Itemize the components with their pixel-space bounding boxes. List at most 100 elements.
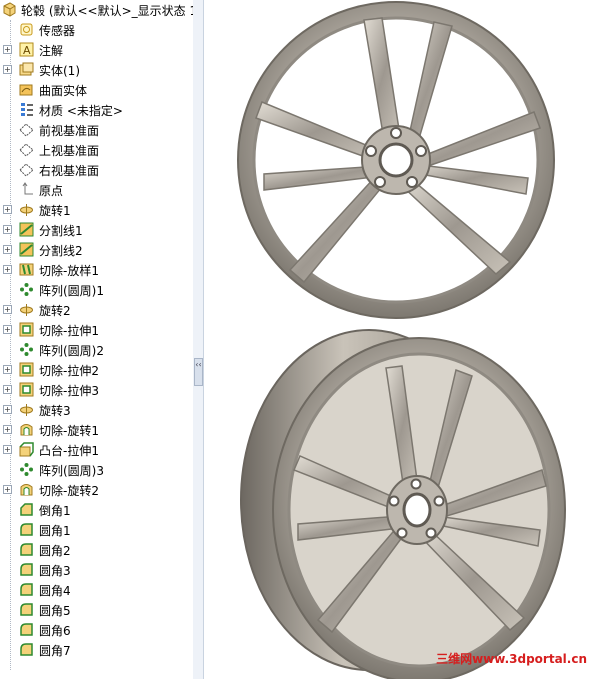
tree-item-label: 旋转2 [39, 304, 71, 318]
tree-item-label: 切除-旋转2 [39, 484, 99, 498]
fillet-icon [19, 642, 34, 657]
tree-item-label: 圆角7 [39, 644, 71, 658]
tree-item[interactable]: 圆角1 [0, 520, 193, 540]
tree-item-label: 切除-旋转1 [39, 424, 99, 438]
tree-item-label: 切除-拉伸2 [39, 364, 99, 378]
fillet-icon [19, 522, 34, 537]
expand-icon[interactable]: + [3, 365, 12, 374]
tree-item[interactable]: 阵列(圆周)3 [0, 460, 193, 480]
tree-item[interactable]: + 切除-旋转1 [0, 420, 193, 440]
material-icon [19, 102, 34, 117]
tree-item-label: 旋转3 [39, 404, 71, 418]
expand-icon[interactable]: + [3, 265, 12, 274]
feature-manager-tree[interactable]: 轮毂 (默认<<默认>_显示状态 1 传感器 + A 注解 + 实体(1) 曲面实体 材质 <… [0, 0, 194, 679]
tree-item[interactable]: 右视基准面 [0, 160, 193, 180]
tree-item[interactable]: 材质 <未指定> [0, 100, 193, 120]
tree-item-label: 原点 [39, 184, 64, 198]
tree-item[interactable]: + 旋转3 [0, 400, 193, 420]
expand-icon[interactable]: + [3, 425, 12, 434]
cut-revolve-icon [19, 482, 34, 497]
tree-item-label: 阵列(圆周)3 [39, 464, 104, 478]
watermark-text: 三维网www.3dportal.cn [436, 652, 587, 666]
panel-splitter[interactable]: ‹‹ [193, 0, 204, 679]
collapse-panel-icon[interactable]: ‹‹ [194, 358, 203, 386]
split-line-icon [19, 222, 34, 237]
origin-icon [19, 182, 34, 197]
tree-item[interactable]: 上视基准面 [0, 140, 193, 160]
tree-item[interactable]: 倒角1 [0, 500, 193, 520]
tree-item[interactable]: + 旋转1 [0, 200, 193, 220]
fillet-icon [19, 582, 34, 597]
tree-item[interactable]: 阵列(圆周)2 [0, 340, 193, 360]
wheel-front-view [237, 1, 555, 319]
tree-item[interactable]: 传感器 [0, 20, 193, 40]
tree-item[interactable]: + 旋转2 [0, 300, 193, 320]
expand-icon[interactable]: + [3, 245, 12, 254]
annotation-icon: A [19, 42, 34, 57]
tree-item-label: 切除-放样1 [39, 264, 99, 278]
tree-item[interactable]: + 切除-拉伸1 [0, 320, 193, 340]
expand-icon[interactable]: + [3, 65, 12, 74]
tree-item-label: 材质 <未指定> [39, 104, 123, 118]
tree-item-label: 传感器 [39, 24, 76, 38]
tree-item[interactable]: + 切除-拉伸2 [0, 360, 193, 380]
tree-item[interactable]: + 实体(1) [0, 60, 193, 80]
boss-extrude-icon [19, 442, 34, 457]
expand-icon[interactable]: + [3, 205, 12, 214]
tree-item[interactable]: + A 注解 [0, 40, 193, 60]
fillet-icon [19, 602, 34, 617]
tree-item[interactable]: 圆角3 [0, 560, 193, 580]
graphics-viewport[interactable]: 三维网www.3dportal.cn [204, 0, 601, 683]
tree-item-label: 实体(1) [39, 64, 80, 78]
expand-icon[interactable]: + [3, 325, 12, 334]
surface-bodies-icon [19, 82, 34, 97]
tree-item[interactable]: 圆角2 [0, 540, 193, 560]
tree-item[interactable]: + 分割线1 [0, 220, 193, 240]
expand-icon[interactable]: + [3, 485, 12, 494]
tree-item-label: 圆角2 [39, 544, 71, 558]
tree-item-label: 前视基准面 [39, 124, 100, 138]
revolve-icon [19, 202, 34, 217]
tree-item-label: 圆角3 [39, 564, 71, 578]
solid-bodies-icon [19, 62, 34, 77]
tree-item-label: 分割线2 [39, 244, 83, 258]
plane-icon [19, 142, 34, 157]
tree-item[interactable]: 前视基准面 [0, 120, 193, 140]
tree-item[interactable]: 圆角6 [0, 620, 193, 640]
cut-extrude-icon [19, 322, 34, 337]
circular-pattern-icon [19, 342, 34, 357]
tree-item-label: 圆角6 [39, 624, 71, 638]
revolve-icon [19, 402, 34, 417]
tree-item[interactable]: 圆角7 [0, 640, 193, 660]
expand-icon[interactable]: + [3, 45, 12, 54]
svg-text:A: A [23, 44, 31, 57]
tree-root-part[interactable]: 轮毂 (默认<<默认>_显示状态 1 [0, 0, 193, 20]
tree-item[interactable]: + 凸台-拉伸1 [0, 440, 193, 460]
tree-item-label: 旋转1 [39, 204, 71, 218]
tree-item[interactable]: + 分割线2 [0, 240, 193, 260]
tree-item[interactable]: 圆角5 [0, 600, 193, 620]
cut-revolve-icon [19, 422, 34, 437]
tree-item[interactable]: 原点 [0, 180, 193, 200]
split-line-icon [19, 242, 34, 257]
tree-item[interactable]: + 切除-放样1 [0, 260, 193, 280]
tree-item[interactable]: 曲面实体 [0, 80, 193, 100]
tree-item[interactable]: 阵列(圆周)1 [0, 280, 193, 300]
expand-icon[interactable]: + [3, 445, 12, 454]
tree-item-label: 右视基准面 [39, 164, 100, 178]
tree-item[interactable]: 圆角4 [0, 580, 193, 600]
expand-icon[interactable]: + [3, 405, 12, 414]
expand-icon[interactable]: + [3, 305, 12, 314]
expand-icon[interactable]: + [3, 225, 12, 234]
fillet-icon [19, 622, 34, 637]
expand-icon[interactable]: + [3, 385, 12, 394]
plane-icon [19, 122, 34, 137]
tree-item-label: 曲面实体 [39, 84, 88, 98]
tree-item-label: 阵列(圆周)2 [39, 344, 104, 358]
tree-item[interactable]: + 切除-拉伸3 [0, 380, 193, 400]
revolve-icon [19, 302, 34, 317]
wheel-render [237, 1, 566, 683]
tree-item[interactable]: + 切除-旋转2 [0, 480, 193, 500]
plane-icon [19, 162, 34, 177]
cut-extrude-icon [19, 382, 34, 397]
